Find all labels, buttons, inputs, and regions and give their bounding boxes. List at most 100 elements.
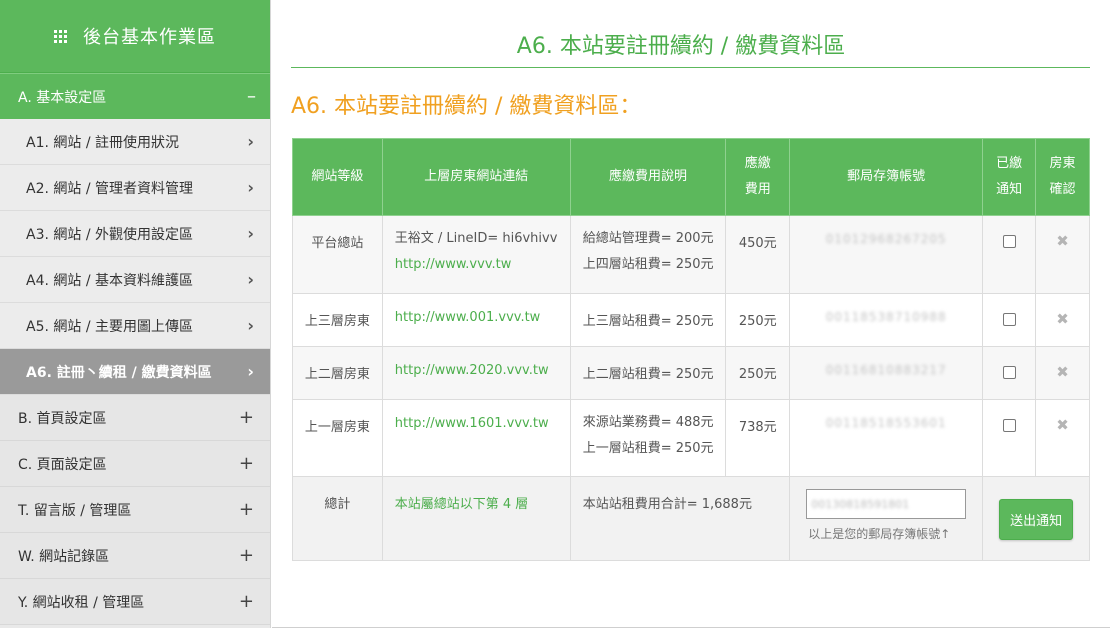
- notified-cell: [982, 215, 1037, 294]
- send-notification-button[interactable]: 送出通知: [999, 499, 1074, 540]
- description-cell: 給總站管理費= 200元 上四層站租費= 250元: [569, 215, 727, 294]
- sidebar-item-a3[interactable]: A3. 網站 / 外觀使用設定區 ›: [0, 211, 270, 257]
- link-cell: http://www.2020.vvv.tw: [381, 346, 571, 400]
- sidebar-item-a2[interactable]: A2. 網站 / 管理者資料管理 ›: [0, 165, 270, 211]
- notified-cell: [982, 346, 1037, 400]
- sidebar-category-w[interactable]: W. 網站記錄區 +: [0, 533, 270, 579]
- sidebar-item-a4[interactable]: A4. 網站 / 基本資料維護區 ›: [0, 257, 270, 303]
- page-title: A6. 本站要註冊續約 / 繳費資料區: [516, 34, 846, 59]
- sidebar-item-label: A3. 網站 / 外觀使用設定區: [26, 226, 194, 243]
- chevron-right-icon: ›: [247, 224, 254, 243]
- confirm-cell: ✖: [1035, 293, 1090, 347]
- close-icon: ✖: [1056, 416, 1069, 434]
- description-cell: 上二層站租費= 250元: [569, 346, 727, 400]
- sidebar-item-label: A2. 網站 / 管理者資料管理: [26, 180, 194, 197]
- sidebar: 後台基本作業區 A. 基本設定區 – A1. 網站 / 註冊使用狀況 › A2.…: [0, 0, 271, 628]
- plus-icon: +: [238, 499, 254, 520]
- description-cell: 來源站業務費= 488元 上一層站租費= 250元: [569, 399, 727, 477]
- confirm-cell: ✖: [1035, 346, 1090, 400]
- notified-checkbox[interactable]: [1002, 235, 1016, 248]
- category-label: Y. 網站收租 / 管理區: [18, 594, 145, 611]
- account-cell: 00118538710988: [789, 293, 984, 347]
- owner-info: 王裕文 / LineID= hi6vhivv: [394, 231, 558, 246]
- grid-icon: [54, 29, 67, 43]
- chevron-right-icon: ›: [247, 316, 254, 335]
- section-a-basic-settings[interactable]: A. 基本設定區 –: [0, 73, 270, 119]
- level-cell: 平台總站: [292, 215, 383, 294]
- notified-checkbox[interactable]: [1002, 366, 1016, 379]
- close-icon: ✖: [1056, 310, 1069, 328]
- postal-account-input[interactable]: 00130818591801: [806, 489, 967, 519]
- sidebar-category-t[interactable]: T. 留言版 / 管理區 +: [0, 487, 270, 533]
- sidebar-item-a1[interactable]: A1. 網站 / 註冊使用狀況 ›: [0, 119, 270, 165]
- confirm-cell: ✖: [1035, 215, 1090, 294]
- close-icon: ✖: [1056, 232, 1069, 250]
- site-link[interactable]: http://www.001.vvv.tw: [395, 310, 541, 325]
- close-icon: ✖: [1056, 363, 1069, 381]
- table-row: 平台總站 王裕文 / LineID= hi6vhivv http://www.v…: [292, 215, 1090, 294]
- notified-cell: [982, 399, 1037, 477]
- header-description: 應繳費用說明: [569, 138, 727, 216]
- header-owner-confirm: 房東 確認: [1035, 138, 1090, 216]
- header-fee: 應繳 費用: [725, 138, 791, 216]
- level-cell: 上三層房東: [292, 293, 383, 347]
- site-link[interactable]: http://www.vvv.tw: [395, 252, 570, 278]
- sidebar-header: 後台基本作業區: [0, 0, 270, 73]
- description-cell: 上三層站租費= 250元: [569, 293, 727, 347]
- header-link: 上層房東網站連結: [381, 138, 571, 216]
- page: 後台基本作業區 A. 基本設定區 – A1. 網站 / 註冊使用狀況 › A2.…: [0, 0, 1110, 628]
- plus-icon: +: [238, 545, 254, 566]
- sidebar-item-label: A4. 網站 / 基本資料維護區: [26, 272, 194, 289]
- sidebar-category-b[interactable]: B. 首頁設定區 +: [0, 395, 270, 441]
- section-a-label: A. 基本設定區: [18, 89, 107, 106]
- account-entry-cell: 00130818591801 以上是您的郵局存簿帳號↑: [789, 476, 984, 561]
- chevron-right-icon: ›: [247, 178, 254, 197]
- fee-cell: 450元: [725, 215, 791, 294]
- header-notified: 已繳 通知: [982, 138, 1037, 216]
- sidebar-category-c[interactable]: C. 頁面設定區 +: [0, 441, 270, 487]
- chevron-right-icon: ›: [247, 270, 254, 289]
- plus-icon: +: [238, 591, 254, 612]
- confirm-cell: ✖: [1035, 399, 1090, 477]
- total-sum: 本站站租費用合計= 1,688元: [569, 476, 791, 561]
- main-content: A6. 本站要註冊續約 / 繳費資料區 A6. 本站要註冊續約 / 繳費資料區：…: [272, 0, 1110, 628]
- sidebar-item-a5[interactable]: A5. 網站 / 主要用圖上傳區 ›: [0, 303, 270, 349]
- chevron-right-icon: ›: [247, 362, 254, 381]
- submit-cell: 送出通知: [982, 476, 1090, 561]
- link-cell: http://www.001.vvv.tw: [381, 293, 571, 347]
- sidebar-item-label: A1. 網站 / 註冊使用狀況: [26, 134, 180, 151]
- plus-icon: +: [238, 453, 254, 474]
- account-cell: 00116810883217: [789, 346, 984, 400]
- table-row: 上一層房東 http://www.1601.vvv.tw 來源站業務費= 488…: [292, 399, 1090, 477]
- level-cell: 上一層房東: [292, 399, 383, 477]
- sidebar-category-y[interactable]: Y. 網站收租 / 管理區 +: [0, 579, 270, 625]
- title-divider: [291, 67, 1090, 68]
- fee-cell: 250元: [725, 346, 791, 400]
- sidebar-title: 後台基本作業區: [83, 27, 216, 48]
- category-label: B. 首頁設定區: [18, 410, 107, 427]
- header-level: 網站等級: [292, 138, 383, 216]
- notified-checkbox[interactable]: [1002, 313, 1016, 326]
- chevron-right-icon: ›: [247, 132, 254, 151]
- level-cell: 上二層房東: [292, 346, 383, 400]
- section-heading: A6. 本站要註冊續約 / 繳費資料區：: [291, 94, 642, 119]
- sidebar-item-a6[interactable]: A6. 註冊丶續租 / 繳費資料區 ›: [0, 349, 270, 395]
- site-link[interactable]: http://www.2020.vvv.tw: [395, 363, 549, 378]
- category-label: C. 頁面設定區: [18, 456, 107, 473]
- account-hint: 以上是您的郵局存簿帳號↑: [808, 527, 951, 541]
- tier-position: 本站屬總站以下第 4 層: [381, 476, 571, 561]
- fee-table: 網站等級 上層房東網站連結 應繳費用說明 應繳 費用 郵局存簿帳號 已繳 通知 房東…: [292, 138, 1090, 561]
- site-link[interactable]: http://www.1601.vvv.tw: [395, 416, 549, 431]
- sidebar-item-label: A5. 網站 / 主要用圖上傳區: [26, 318, 194, 335]
- header-account: 郵局存簿帳號: [789, 138, 984, 216]
- plus-icon: +: [238, 407, 254, 428]
- fee-cell: 250元: [725, 293, 791, 347]
- notified-checkbox[interactable]: [1002, 419, 1016, 432]
- table-row: 上三層房東 http://www.001.vvv.tw 上三層站租費= 250元…: [292, 293, 1090, 347]
- table-row: 上二層房東 http://www.2020.vvv.tw 上二層站租費= 250…: [292, 346, 1090, 400]
- total-row: 總計 本站屬總站以下第 4 層 本站站租費用合計= 1,688元 0013081…: [292, 476, 1090, 561]
- account-cell: 00118518553601: [789, 399, 984, 477]
- notified-cell: [982, 293, 1037, 347]
- link-cell: 王裕文 / LineID= hi6vhivv http://www.vvv.tw: [381, 215, 571, 294]
- category-label: T. 留言版 / 管理區: [18, 502, 132, 519]
